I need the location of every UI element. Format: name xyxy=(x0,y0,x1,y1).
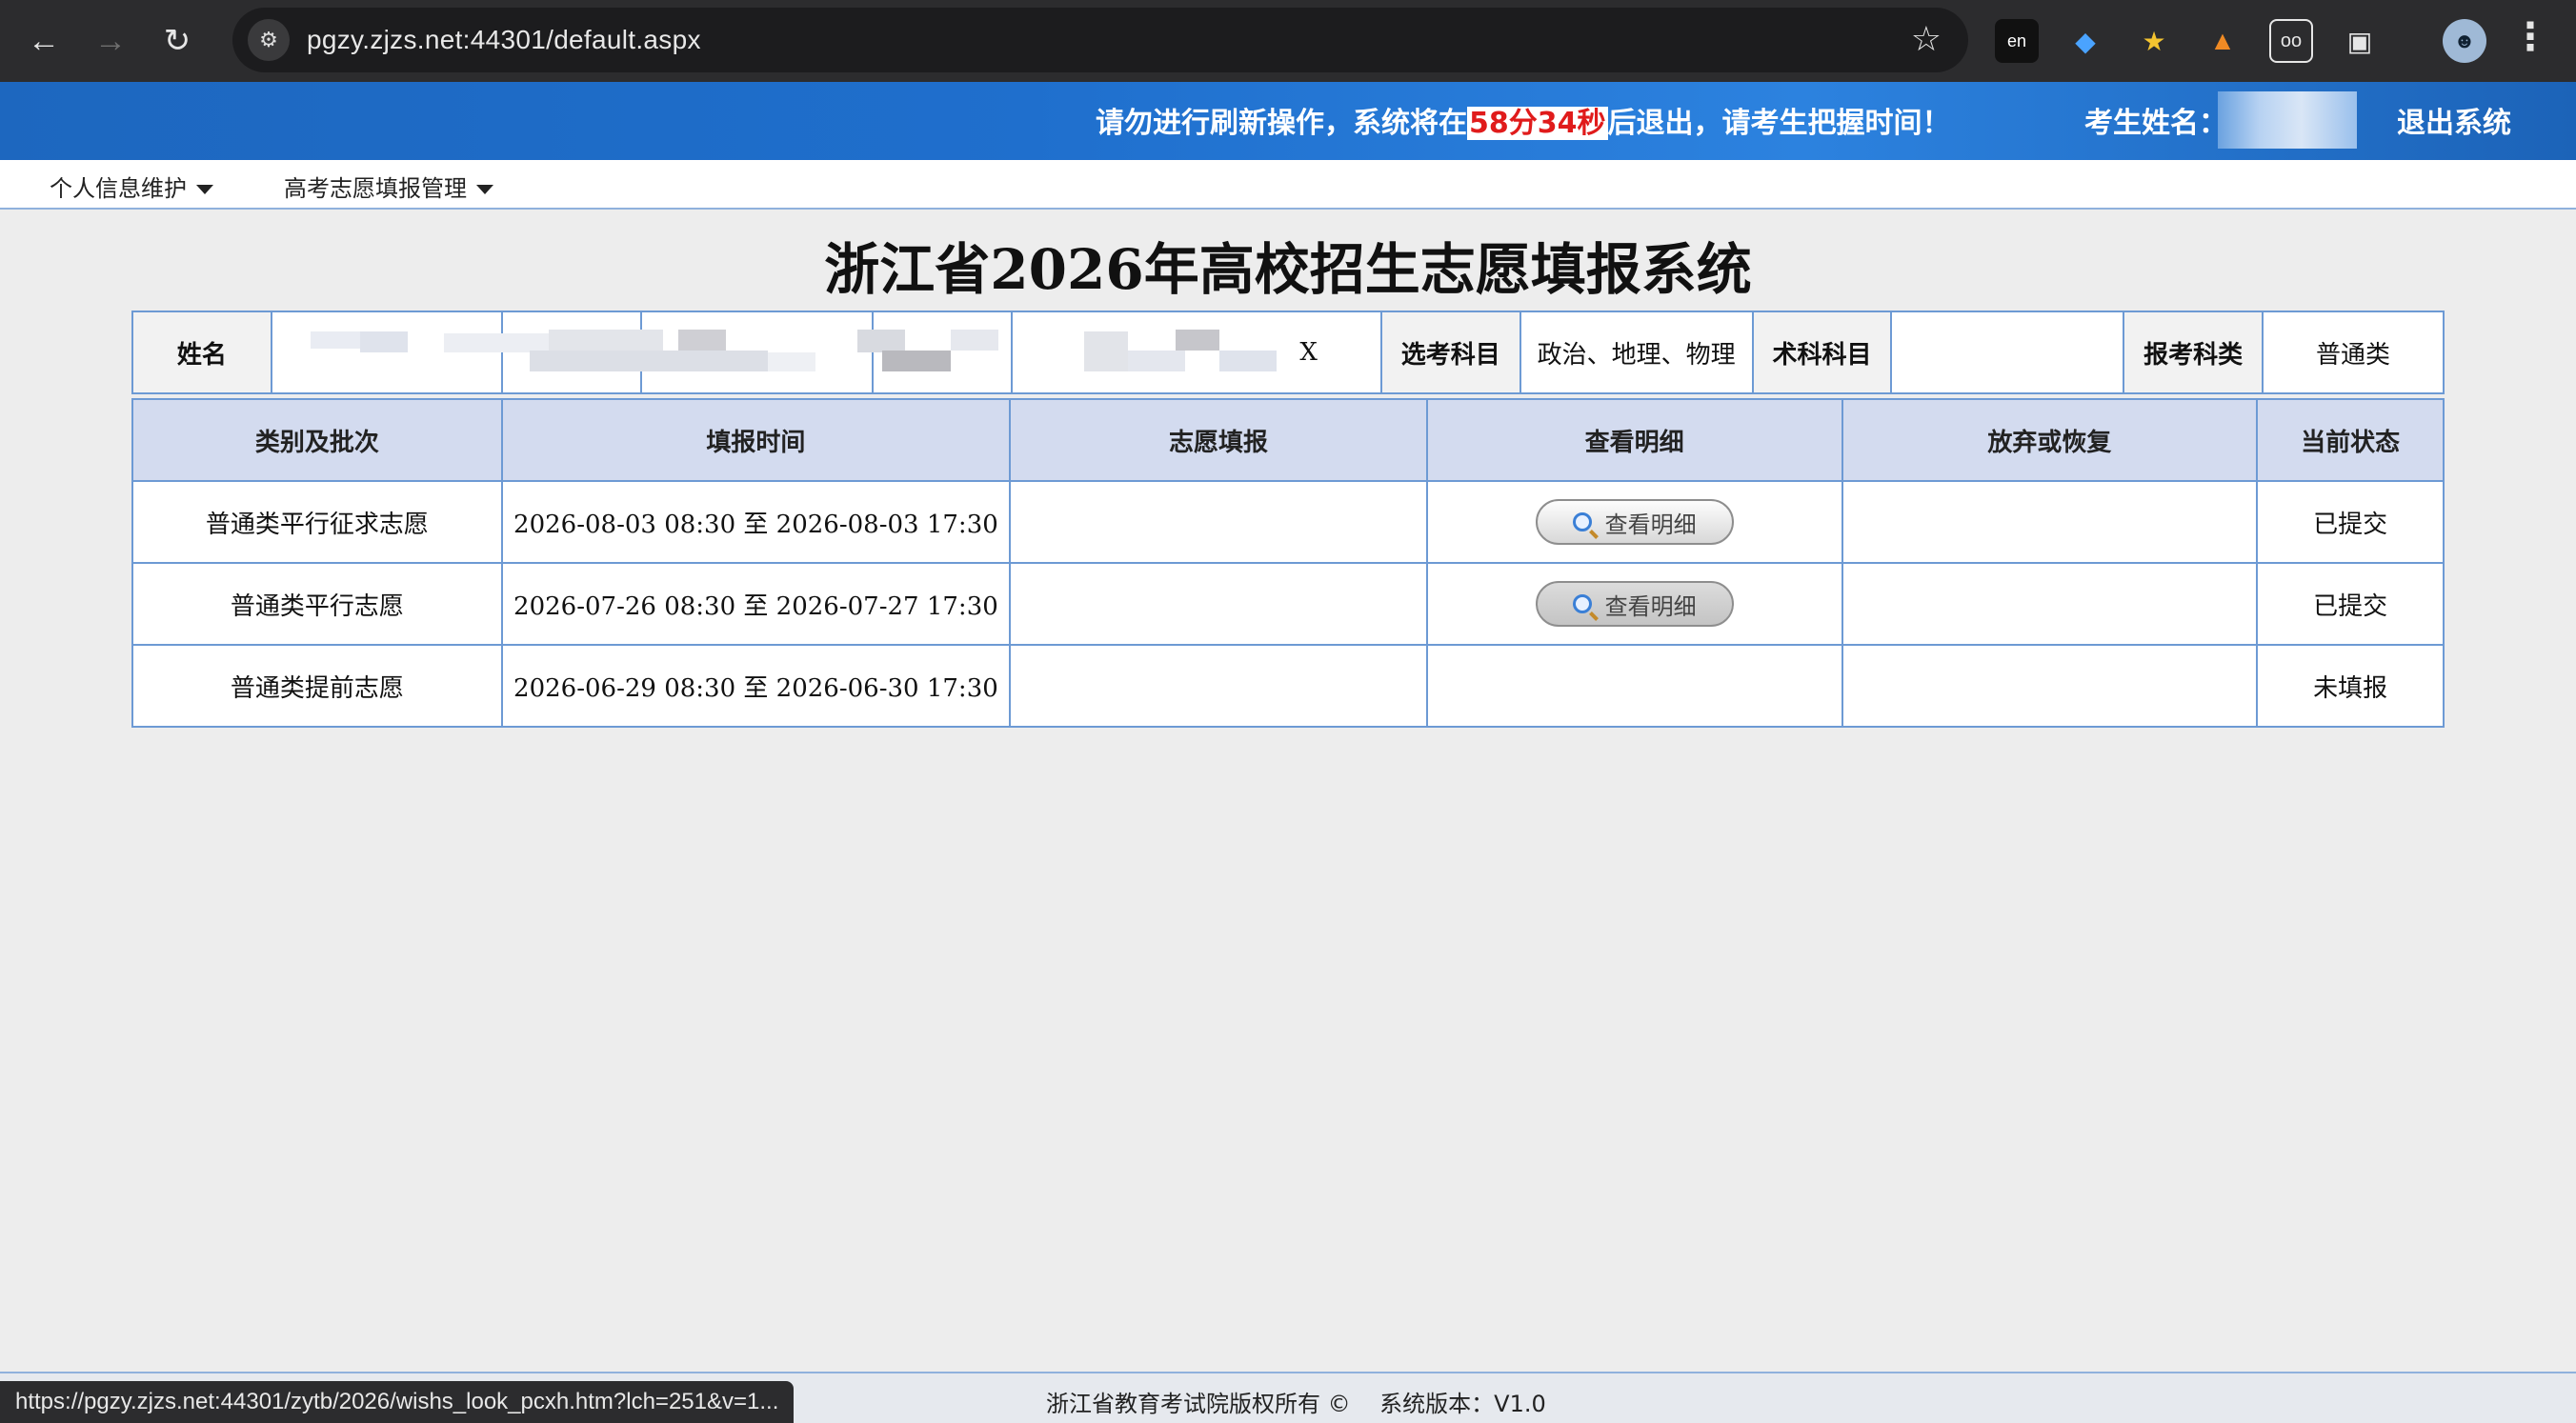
category-label: 报考科类 xyxy=(2123,311,2264,394)
magnifier-icon xyxy=(1572,594,1592,613)
main-menu: 个人信息维护 高考志愿填报管理 xyxy=(0,160,2576,210)
browser-menu-icon[interactable]: ⋮ xyxy=(2511,15,2549,59)
column-header: 当前状态 xyxy=(2256,398,2445,482)
batch-name: 普通类平行征求志愿 xyxy=(131,480,503,564)
menu-personal-info[interactable]: 个人信息维护 xyxy=(50,170,213,203)
table-row: 普通类平行征求志愿 2026-08-03 08:30 至 2026-08-03 … xyxy=(131,480,2445,564)
app-banner: 请勿进行刷新操作，系统将在58分34秒后退出，请考生把握时间！ 考生姓名： 退出… xyxy=(0,82,2576,160)
footer-text: 浙江省教育考试院版权所有 © 系统版本：V1.0 xyxy=(1046,1385,1546,1418)
fill-time: 2026-08-03 08:30 至 2026-08-03 17:30 xyxy=(500,480,1012,564)
batch-name: 普通类平行志愿 xyxy=(131,562,503,646)
fill-cell xyxy=(1009,480,1428,564)
extensions-puzzle-icon[interactable]: ▣ xyxy=(2338,19,2382,63)
link-status-bar: https://pgzy.zjzs.net:44301/zytb/2026/wi… xyxy=(0,1381,795,1423)
subjects-label: 选考科目 xyxy=(1379,311,1521,394)
fill-cell xyxy=(1009,644,1428,728)
table-row: 普通类平行志愿 2026-07-26 08:30 至 2026-07-27 17… xyxy=(131,562,2445,646)
countdown-timer: 58分34秒 xyxy=(1467,107,1608,140)
magnifier-icon xyxy=(1572,512,1592,531)
student-name-redacted xyxy=(2218,91,2357,149)
abandon-cell xyxy=(1841,644,2259,728)
table-row: 普通类提前志愿 2026-06-29 08:30 至 2026-06-30 17… xyxy=(131,644,2445,728)
name-label: 姓名 xyxy=(131,311,272,394)
view-details-button[interactable]: 查看明细 xyxy=(1535,499,1734,545)
dropdown-caret-icon xyxy=(476,185,493,194)
status-text: 已提交 xyxy=(2256,480,2445,564)
profile-avatar[interactable]: ☻ xyxy=(2443,19,2486,63)
site-settings-icon[interactable]: ⚙ xyxy=(248,19,290,61)
detail-cell xyxy=(1425,644,1843,728)
back-arrow-icon[interactable]: ← xyxy=(21,18,67,64)
art-subject-label: 术科科目 xyxy=(1751,311,1893,394)
translate-extension-icon[interactable]: en xyxy=(1995,19,2039,63)
abandon-cell xyxy=(1841,480,2259,564)
address-bar[interactable]: ⚙ pgzy.zjzs.net:44301/default.aspx ☆ xyxy=(232,8,1968,72)
session-notice: 请勿进行刷新操作，系统将在58分34秒后退出，请考生把握时间！ xyxy=(1096,99,1951,141)
status-text: 未填报 xyxy=(2256,644,2445,728)
menu-label: 高考志愿填报管理 xyxy=(284,175,467,202)
page-title: 浙江省2026年高校招生志愿填报系统 xyxy=(824,237,1752,302)
reload-icon[interactable]: ↻ xyxy=(154,18,200,64)
fill-time: 2026-07-26 08:30 至 2026-07-27 17:30 xyxy=(500,562,1012,646)
forward-arrow-icon[interactable]: → xyxy=(88,18,133,64)
dropdown-caret-icon xyxy=(196,185,213,194)
batch-name: 普通类提前志愿 xyxy=(131,644,503,728)
cat-extension-icon[interactable]: ★ xyxy=(2132,19,2176,63)
fill-time: 2026-06-29 08:30 至 2026-06-30 17:30 xyxy=(500,644,1012,728)
category-value: 普通类 xyxy=(2262,311,2445,394)
menu-label: 个人信息维护 xyxy=(50,175,187,202)
application-batches-table: 类别及批次 填报时间 志愿填报 查看明细 放弃或恢复 当前状态 普通类平行征求志… xyxy=(131,398,2445,728)
table-header-row: 类别及批次 填报时间 志愿填报 查看明细 放弃或恢复 当前状态 xyxy=(131,398,2445,482)
logout-link[interactable]: 退出系统 xyxy=(2397,99,2511,141)
fox-extension-icon[interactable]: ▲ xyxy=(2201,19,2244,63)
bookmark-star-icon[interactable]: ☆ xyxy=(1911,19,1942,59)
version-text: 系统版本：V1.0 xyxy=(1379,1391,1546,1417)
diamond-extension-icon[interactable]: ◆ xyxy=(2063,19,2107,63)
abandon-cell xyxy=(1841,562,2259,646)
redacted-mosaic xyxy=(311,328,1292,375)
notice-prefix: 请勿进行刷新操作，系统将在 xyxy=(1096,107,1467,140)
art-subject-value xyxy=(1890,311,2125,394)
column-header: 志愿填报 xyxy=(1009,398,1428,482)
notice-suffix: 后退出，请考生把握时间！ xyxy=(1607,107,1951,140)
subjects-value: 政治、地理、物理 xyxy=(1519,311,1754,394)
fill-cell xyxy=(1009,562,1428,646)
view-details-button[interactable]: 查看明细 xyxy=(1535,581,1734,627)
url-text[interactable]: pgzy.zjzs.net:44301/default.aspx xyxy=(307,25,701,55)
column-header: 填报时间 xyxy=(500,398,1012,482)
copyright-text: 浙江省教育考试院版权所有 © xyxy=(1046,1391,1351,1417)
view-details-label: 查看明细 xyxy=(1604,511,1697,538)
student-name-label: 考生姓名： xyxy=(2084,107,2227,140)
browser-toolbar: ← → ↻ ⚙ pgzy.zjzs.net:44301/default.aspx… xyxy=(0,0,2576,82)
glasses-extension-icon[interactable]: oo xyxy=(2269,19,2313,63)
detail-cell: 查看明细 xyxy=(1425,562,1843,646)
detail-cell: 查看明细 xyxy=(1425,480,1843,564)
status-text: 已提交 xyxy=(2256,562,2445,646)
column-header: 放弃或恢复 xyxy=(1841,398,2259,482)
view-details-label: 查看明细 xyxy=(1604,592,1697,620)
menu-application-management[interactable]: 高考志愿填报管理 xyxy=(284,170,493,203)
column-header: 类别及批次 xyxy=(131,398,503,482)
column-header: 查看明细 xyxy=(1425,398,1843,482)
